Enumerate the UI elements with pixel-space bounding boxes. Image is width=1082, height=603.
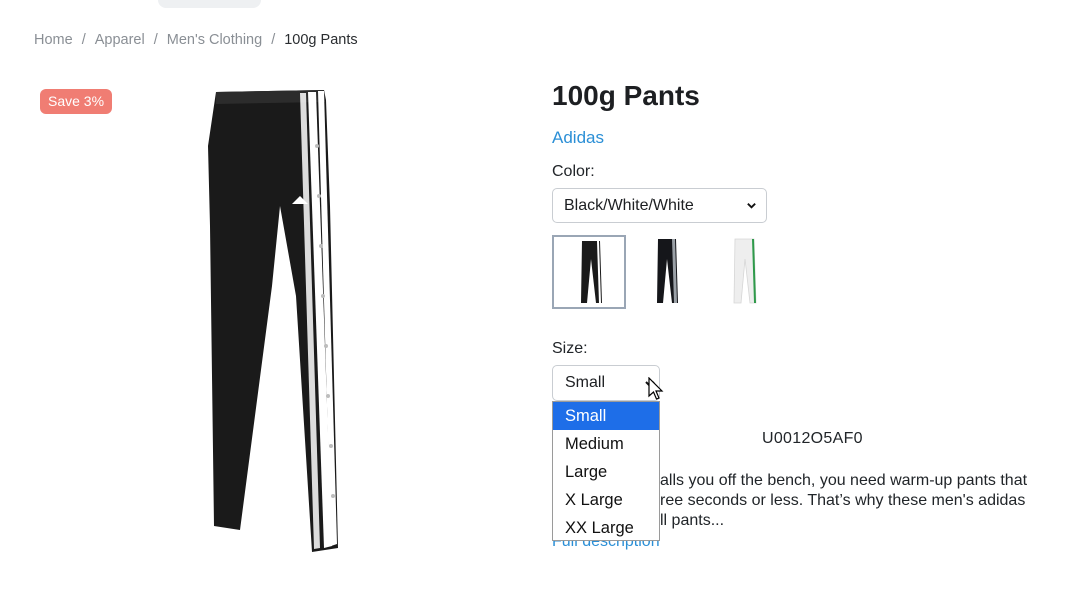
breadcrumb-home[interactable]: Home <box>34 32 73 48</box>
product-main-image <box>196 86 346 556</box>
size-select[interactable]: Small <box>552 365 660 401</box>
breadcrumb-separator: / <box>271 32 276 48</box>
breadcrumb-current: 100g Pants <box>284 32 358 48</box>
size-option-medium[interactable]: Medium <box>553 430 659 458</box>
product-title: 100g Pants <box>552 80 700 111</box>
breadcrumb-separator: / <box>81 32 86 48</box>
top-tab-pill <box>158 0 261 8</box>
pants-thumbnail-icon <box>581 241 602 303</box>
brand-link[interactable]: Adidas <box>552 128 604 148</box>
size-option-x-large[interactable]: X Large <box>553 486 659 514</box>
mouse-pointer-icon <box>648 377 664 400</box>
color-select-value: Black/White/White <box>564 197 694 214</box>
save-badge: Save 3% <box>40 89 113 114</box>
size-option-xx-large[interactable]: XX Large <box>553 514 659 542</box>
color-swatch-white-green[interactable] <box>708 235 782 309</box>
pants-thumbnail-icon <box>657 239 678 303</box>
product-sku: U0012O5AF0 <box>762 430 863 447</box>
breadcrumb: Home / Apparel / Men's Clothing / 100g Pants <box>34 32 358 48</box>
breadcrumb-mens-clothing[interactable]: Men's Clothing <box>167 32 262 48</box>
size-select-value: Small <box>565 374 606 391</box>
pants-icon <box>208 90 338 552</box>
size-label: Size: <box>552 340 588 357</box>
breadcrumb-separator: / <box>153 32 158 48</box>
color-select[interactable]: Black/White/White <box>552 188 767 223</box>
color-label: Color: <box>552 163 595 180</box>
size-dropdown-list[interactable]: Small Medium Large X Large XX Large <box>552 401 660 541</box>
breadcrumb-apparel[interactable]: Apparel <box>95 32 145 48</box>
size-option-small[interactable]: Small <box>553 402 659 430</box>
pants-thumbnail-icon <box>733 238 757 304</box>
color-swatch-black-grey[interactable] <box>630 235 704 309</box>
chevron-down-icon <box>747 203 756 209</box>
size-option-large[interactable]: Large <box>553 458 659 486</box>
color-swatch-black-white[interactable] <box>552 235 626 309</box>
